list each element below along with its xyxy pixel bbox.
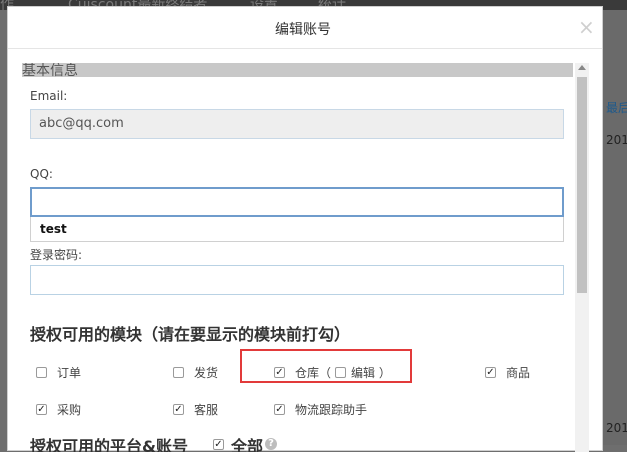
dialog-scrollbar[interactable] <box>575 63 589 452</box>
scrollbar-thumb[interactable] <box>577 77 587 293</box>
checkbox-label-purchasing: 采购 <box>57 403 82 417</box>
password-label: 登录密码: <box>30 248 83 262</box>
dialog-body: 基本信息 Email: abc@qq.com QQ: test 登录密码: 授权… <box>20 63 590 452</box>
qq-label: QQ: <box>30 167 53 181</box>
email-label: Email: <box>30 89 68 103</box>
modules-heading: 授权可用的模块（请在要显示的模块前打勾） <box>30 325 351 344</box>
section-header-basic-info: 基本信息 <box>22 63 573 79</box>
background-right-panel <box>603 10 627 445</box>
email-field: abc@qq.com <box>30 109 564 139</box>
qq-autocomplete-suggestion[interactable]: test <box>30 217 564 242</box>
highlight-annotation-box <box>240 349 412 383</box>
dialog-header: 编辑账号 × <box>8 7 602 49</box>
scroll-up-arrow-icon[interactable] <box>578 65 586 70</box>
checkbox-orders[interactable] <box>36 367 47 378</box>
checkbox-label-logistics-tracking: 物流跟踪助手 <box>295 403 368 417</box>
background-column-header: 最后 <box>606 101 627 115</box>
checkbox-label-orders: 订单 <box>57 366 82 380</box>
edit-account-dialog: 编辑账号 × 基本信息 Email: abc@qq.com QQ: test 登… <box>7 6 603 452</box>
close-icon[interactable]: × <box>578 15 595 39</box>
help-icon[interactable]: ? <box>265 438 277 450</box>
checkbox-label-shipping: 发货 <box>194 366 219 380</box>
background-cell: 201 <box>606 133 627 147</box>
platforms-heading: 授权可用的平台&账号 <box>30 437 188 452</box>
background-cell: 201 <box>606 421 627 435</box>
checkbox-products[interactable]: ✓ <box>485 367 496 378</box>
dialog-title: 编辑账号 <box>275 22 331 38</box>
checkbox-label-customer-service: 客服 <box>194 403 219 417</box>
section-title: 基本信息 <box>22 63 78 79</box>
checkbox-logistics-tracking[interactable]: ✓ <box>274 404 285 415</box>
password-input[interactable] <box>30 265 564 295</box>
checkbox-shipping[interactable] <box>173 367 184 378</box>
checkbox-purchasing[interactable]: ✓ <box>36 404 47 415</box>
qq-input[interactable] <box>30 187 564 217</box>
checkbox-customer-service[interactable]: ✓ <box>173 404 184 415</box>
checkbox-label-products: 商品 <box>506 366 531 380</box>
checkbox-label-all-platforms: 全部 <box>231 437 264 452</box>
